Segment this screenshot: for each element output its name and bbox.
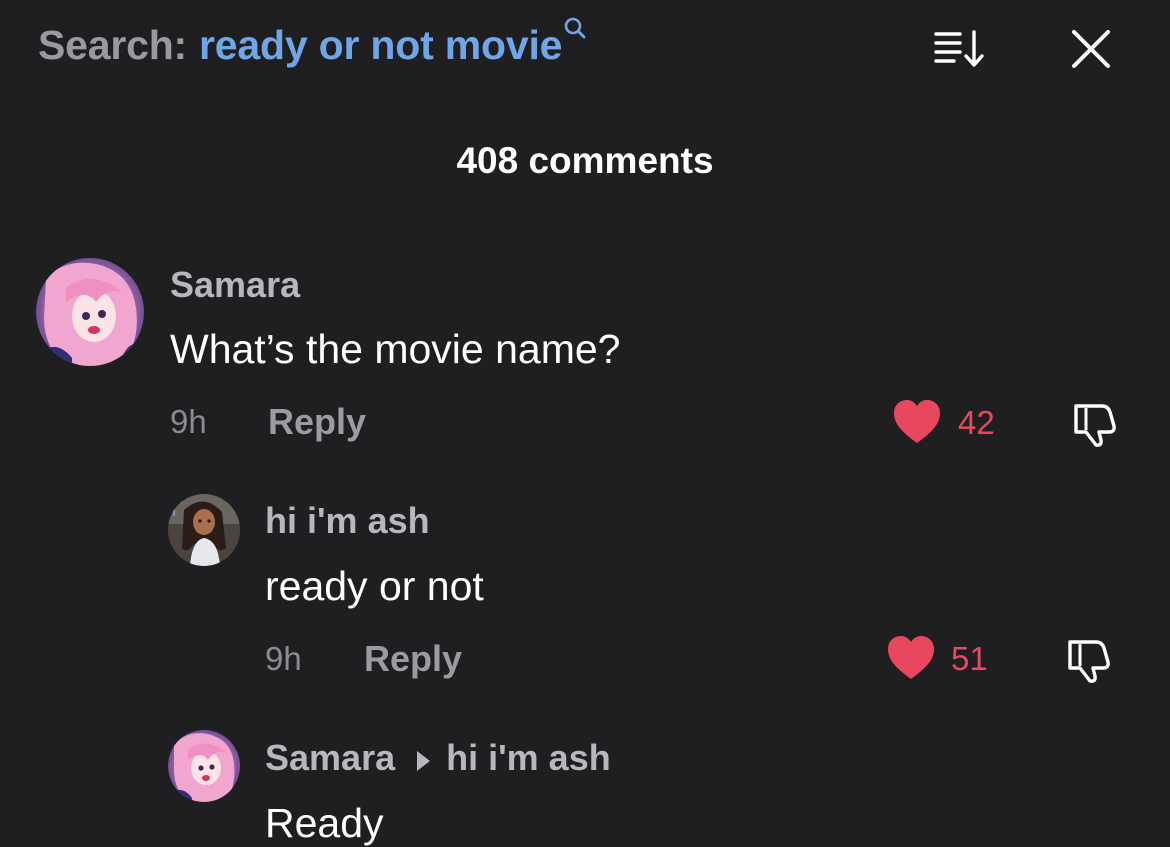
reply-arrow-icon — [417, 751, 431, 771]
search-bar[interactable]: Search: ready or not movie — [38, 17, 586, 69]
sort-icon[interactable] — [930, 26, 988, 72]
comment-username-row: Samara hi i'm ash — [265, 737, 611, 779]
search-prefix: Search: — [38, 22, 188, 68]
comment-username[interactable]: hi i'm ash — [265, 500, 430, 542]
comment-time: 9h — [265, 640, 302, 677]
comments-sheet: Search: ready or not movie 408 comments — [0, 0, 1170, 847]
heart-icon[interactable] — [892, 399, 942, 445]
search-icon[interactable] — [564, 2, 586, 39]
comment-text: ready or not — [265, 563, 484, 609]
avatar[interactable] — [168, 730, 240, 802]
reply-to-username[interactable]: hi i'm ash — [446, 737, 611, 778]
comment-text: What’s the movie name? — [170, 326, 621, 372]
comment-username[interactable]: Samara — [265, 737, 395, 778]
reply-button[interactable]: Reply — [364, 638, 462, 680]
close-icon[interactable] — [1068, 26, 1114, 72]
comment-username[interactable]: Samara — [170, 264, 300, 306]
thumbs-down-icon[interactable] — [1066, 634, 1118, 684]
comment-time: 9h — [170, 403, 207, 440]
search-query[interactable]: ready or not movie — [199, 22, 562, 69]
avatar[interactable] — [168, 494, 240, 566]
reply-button[interactable]: Reply — [268, 401, 366, 443]
thumbs-down-icon[interactable] — [1072, 398, 1124, 448]
avatar[interactable] — [36, 258, 144, 366]
comment-count: 408 comments — [456, 140, 714, 181]
like-count: 51 — [951, 640, 988, 677]
comment-text: Ready — [265, 800, 384, 846]
heart-icon[interactable] — [886, 635, 936, 681]
like-count: 42 — [958, 404, 995, 441]
